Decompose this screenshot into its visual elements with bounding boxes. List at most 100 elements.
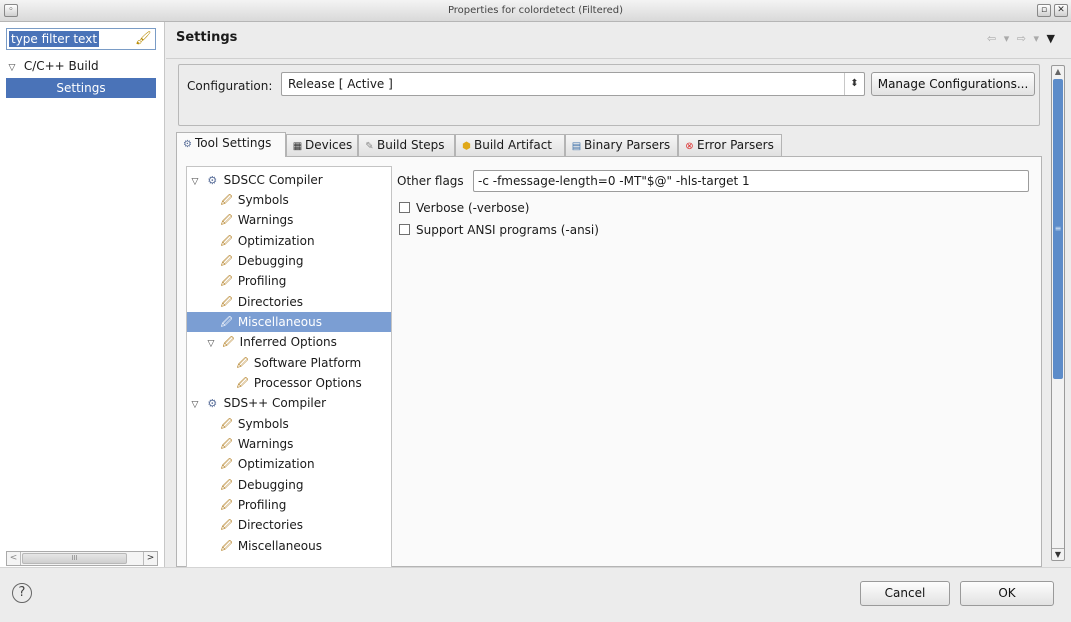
tree-item-label: Symbols (237, 417, 289, 431)
verbose-checkbox-row[interactable]: Verbose (-verbose) (399, 199, 529, 217)
maximize-icon[interactable]: ▫ (1037, 4, 1051, 17)
back-arrow-icon[interactable]: ⇦ ▾ (987, 32, 1011, 45)
nav-item-label: Settings (56, 81, 106, 95)
collapse-toggle-icon[interactable]: ▽ (205, 334, 217, 354)
tree-item-profiling[interactable]: 🖉 Profiling (187, 495, 391, 515)
tree-item-label: Warnings (237, 437, 294, 451)
scroll-left-icon[interactable]: < (7, 552, 21, 565)
tree-item-debugging[interactable]: 🖉 Debugging (187, 251, 391, 271)
filter-input-text: type filter text (9, 31, 100, 47)
tree-item-label: Symbols (237, 193, 289, 207)
filter-input[interactable]: type filter text 🖌 (6, 28, 156, 50)
configuration-group: Configuration: Release [ Active ] ⬍ Mana… (178, 64, 1040, 126)
option-category-icon: 🖉 (236, 377, 249, 390)
tree-item-directories[interactable]: 🖉 Directories (187, 292, 391, 312)
manage-configurations-button[interactable]: Manage Configurations... (871, 72, 1035, 96)
option-category-icon: 🖉 (236, 357, 249, 370)
configuration-select[interactable]: Release [ Active ] ⬍ (281, 72, 865, 96)
option-category-icon: 🖉 (220, 458, 233, 471)
tree-item-profiling[interactable]: 🖉 Profiling (187, 271, 391, 291)
tree-item-inferred-options[interactable]: ▽ 🖉 Inferred Options (187, 332, 391, 352)
verbose-checkbox[interactable] (399, 202, 410, 213)
clear-filter-icon[interactable]: 🖌 (135, 31, 152, 47)
left-pane: type filter text 🖌 ▽ C/C++ Build Setting… (0, 22, 165, 567)
window-title: Properties for colordetect (Filtered) (447, 5, 624, 16)
tree-item-label: Directories (237, 518, 304, 532)
tree-item-software-platform[interactable]: 🖉 Software Platform (187, 353, 391, 373)
scroll-thumb[interactable]: III (22, 553, 127, 564)
tree-item-label: Optimization (237, 457, 315, 471)
tool-tree: ▽ ⚙ SDSCC Compiler 🖉 Symbols 🖉 Warnings … (186, 166, 392, 568)
select-arrows-icon: ⬍ (844, 73, 864, 95)
tree-item-label: Software Platform (253, 356, 362, 370)
tree-item-miscellaneous-selected[interactable]: 🖉 Miscellaneous (187, 312, 391, 332)
option-category-icon: 🖉 (220, 418, 233, 431)
tree-item-warnings[interactable]: 🖉 Warnings (187, 210, 391, 230)
tree-item-miscellaneous[interactable]: 🖉 Miscellaneous (187, 536, 391, 556)
tree-item-symbols[interactable]: 🖉 Symbols (187, 414, 391, 434)
scroll-right-icon[interactable]: > (143, 552, 157, 565)
scroll-thumb[interactable]: ≡ (1053, 79, 1063, 379)
tree-item-optimization[interactable]: 🖉 Optimization (187, 231, 391, 251)
tool-settings-panel: ▽ ⚙ SDSCC Compiler 🖉 Symbols 🖉 Warnings … (176, 156, 1042, 568)
option-category-icon: 🖉 (220, 214, 233, 227)
tree-item-label: Miscellaneous (237, 539, 322, 553)
tab-tool-settings[interactable]: ⚙ Tool Settings (176, 132, 286, 157)
scroll-up-icon[interactable]: ▲ (1052, 66, 1064, 78)
build-artifact-icon: ⬢ (462, 141, 471, 152)
option-category-icon: 🖉 (220, 194, 233, 207)
tree-item-processor-options[interactable]: 🖉 Processor Options (187, 373, 391, 393)
ok-button[interactable]: OK (960, 581, 1054, 606)
option-category-icon: 🖉 (220, 519, 233, 532)
option-category-icon: 🖉 (220, 479, 233, 492)
nav-item-cc-build[interactable]: ▽ C/C++ Build (4, 56, 99, 76)
scroll-down-icon[interactable]: ▼ (1052, 548, 1064, 560)
tab-label: Build Artifact (474, 138, 552, 152)
window-titlebar: ◦ Properties for colordetect (Filtered) … (0, 0, 1071, 22)
tab-build-artifact[interactable]: ⬢ Build Artifact (455, 134, 565, 156)
tab-devices[interactable]: ▦ Devices (286, 134, 358, 156)
help-icon[interactable]: ? (12, 583, 32, 603)
tab-binary-parsers[interactable]: ▤ Binary Parsers (565, 134, 678, 156)
ansi-label: Support ANSI programs (-ansi) (416, 223, 599, 237)
error-parsers-icon: ⊗ (685, 141, 694, 152)
history-nav: ⇦ ▾ ⇨ ▾ ▼ (987, 32, 1057, 45)
header-divider (166, 58, 1071, 59)
collapse-toggle-icon[interactable]: ▽ (189, 172, 201, 192)
collapse-toggle-icon[interactable]: ▽ (189, 395, 201, 415)
right-vertical-scrollbar[interactable]: ▲ ≡ ▼ (1051, 65, 1065, 561)
tab-label: Error Parsers (697, 138, 774, 152)
tree-item-debugging[interactable]: 🖉 Debugging (187, 475, 391, 495)
tab-error-parsers[interactable]: ⊗ Error Parsers (678, 134, 782, 156)
tree-item-label: Warnings (237, 213, 294, 227)
tree-item-label: Processor Options (253, 376, 362, 390)
expand-toggle-icon[interactable]: ▽ (4, 58, 20, 78)
tree-item-label: Optimization (237, 234, 315, 248)
option-category-icon: 🖉 (220, 499, 233, 512)
tree-item-sdspp-compiler[interactable]: ▽ ⚙ SDS++ Compiler (187, 393, 391, 413)
configuration-value: Release [ Active ] (288, 77, 393, 91)
nav-item-settings[interactable]: Settings (6, 78, 156, 98)
tab-label: Devices (305, 138, 353, 152)
forward-arrow-icon[interactable]: ⇨ ▾ (1017, 32, 1041, 45)
tab-build-steps[interactable]: ✎ Build Steps (358, 134, 455, 156)
tree-item-sdscc-compiler[interactable]: ▽ ⚙ SDSCC Compiler (187, 170, 391, 190)
other-flags-input[interactable]: -c -fmessage-length=0 -MT"$@" -hls-targe… (473, 170, 1029, 192)
tree-item-symbols[interactable]: 🖉 Symbols (187, 190, 391, 210)
ansi-checkbox-row[interactable]: Support ANSI programs (-ansi) (399, 221, 599, 239)
page-title: Settings (176, 30, 238, 45)
other-flags-label: Other flags (397, 174, 464, 188)
close-icon[interactable]: ✕ (1054, 4, 1068, 17)
verbose-label: Verbose (-verbose) (416, 201, 530, 215)
left-horizontal-scrollbar[interactable]: < III > (6, 551, 158, 566)
tree-item-warnings[interactable]: 🖉 Warnings (187, 434, 391, 454)
cancel-button[interactable]: Cancel (860, 581, 950, 606)
view-menu-icon[interactable]: ▼ (1047, 32, 1057, 45)
tab-label: Binary Parsers (584, 138, 671, 152)
tree-item-optimization[interactable]: 🖉 Optimization (187, 454, 391, 474)
option-category-icon: 🖉 (222, 336, 235, 349)
tree-item-directories[interactable]: 🖉 Directories (187, 515, 391, 535)
tool-icon: ⚙ (207, 397, 218, 410)
nav-item-label: C/C++ Build (23, 59, 99, 73)
ansi-checkbox[interactable] (399, 224, 410, 235)
